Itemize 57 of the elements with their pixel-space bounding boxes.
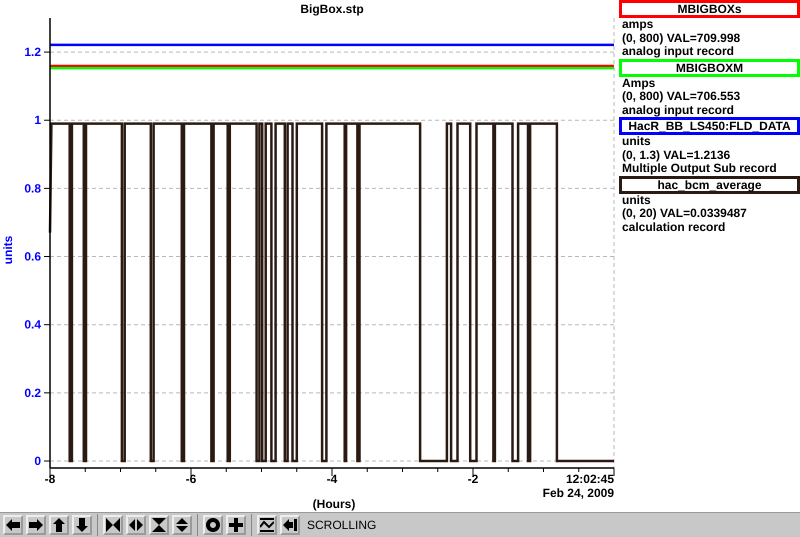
- legend-reading: (0, 800) VAL=709.998: [621, 32, 742, 45]
- y-tick-label: 0: [34, 454, 41, 468]
- legend-title[interactable]: MBIGBOXM: [619, 58, 800, 76]
- legend-units: units: [621, 135, 652, 148]
- legend-title[interactable]: MBIGBOXs: [619, 0, 800, 18]
- circle-tool-button[interactable]: [203, 515, 223, 535]
- right-arrow-icon: [29, 518, 43, 532]
- vin-tool-button[interactable]: [149, 515, 169, 535]
- y-tick-label: 0.2: [24, 386, 41, 400]
- vertical-triangles-outward-icon: [175, 518, 189, 532]
- x-tick-label: -4: [326, 472, 338, 486]
- wave-tool-button[interactable]: [257, 515, 277, 535]
- left-arrow-icon: [6, 518, 20, 532]
- wave-icon: [260, 518, 274, 532]
- back-arrow-icon: [283, 518, 297, 532]
- legend-title[interactable]: HacR_BB_LS450:FLD_DATA: [619, 117, 800, 135]
- y-axis-label: units: [1, 236, 15, 264]
- legend-units: units: [621, 194, 652, 207]
- legend-units: amps: [621, 18, 654, 32]
- ring-icon: [206, 518, 220, 532]
- legend-record-type: analog input record: [621, 45, 736, 58]
- legend-record-type: Multiple Output Sub record: [621, 162, 778, 176]
- x-tick-label: -8: [44, 472, 56, 486]
- legend-reading: (0, 800) VAL=706.553: [621, 90, 742, 104]
- left-tool-button[interactable]: [3, 515, 23, 535]
- horizontal-triangles-outward-icon: [129, 518, 143, 532]
- down-arrow-icon: [75, 518, 89, 532]
- scrolling-status: SCROLLING: [307, 518, 376, 532]
- vertical-triangles-inward-icon: [152, 518, 166, 532]
- up-tool-button[interactable]: [49, 515, 69, 535]
- legend-record-type: analog input record: [621, 104, 736, 117]
- up-arrow-icon: [52, 518, 66, 532]
- vout-tool-button[interactable]: [172, 515, 192, 535]
- legend-record-type: calculation record: [621, 220, 726, 234]
- plus-icon: [229, 518, 243, 532]
- timestamp-time: 12:02:45: [566, 472, 614, 486]
- chart-title: BigBox.stp: [300, 2, 364, 16]
- x-tick-label: -6: [186, 472, 196, 486]
- legend-reading: (0, 1.3) VAL=1.2136: [621, 148, 732, 162]
- horizontal-triangles-inward-icon: [106, 518, 120, 532]
- hout-tool-button[interactable]: [126, 515, 146, 535]
- y-tick-label: 1.2: [24, 45, 41, 60]
- hin-tool-button[interactable]: [103, 515, 123, 535]
- y-tick-label: 1: [34, 113, 41, 128]
- timestamp-date: Feb 24, 2009: [542, 486, 614, 500]
- back-tool-button[interactable]: [280, 515, 300, 535]
- legend-units: Amps: [621, 76, 656, 90]
- down-tool-button[interactable]: [72, 515, 92, 535]
- y-tick-label: 0.6: [24, 250, 41, 264]
- legend-title[interactable]: hac_bcm_average: [619, 176, 800, 194]
- x-tick-label: -2: [468, 472, 478, 486]
- plus-tool-button[interactable]: [226, 515, 246, 535]
- right-tool-button[interactable]: [26, 515, 46, 535]
- y-tick-label: 0.8: [24, 181, 41, 196]
- x-axis-label: (Hours): [312, 497, 356, 511]
- legend-reading: (0, 20) VAL=0.0339487: [621, 207, 748, 220]
- y-tick-label: 0.4: [24, 318, 41, 332]
